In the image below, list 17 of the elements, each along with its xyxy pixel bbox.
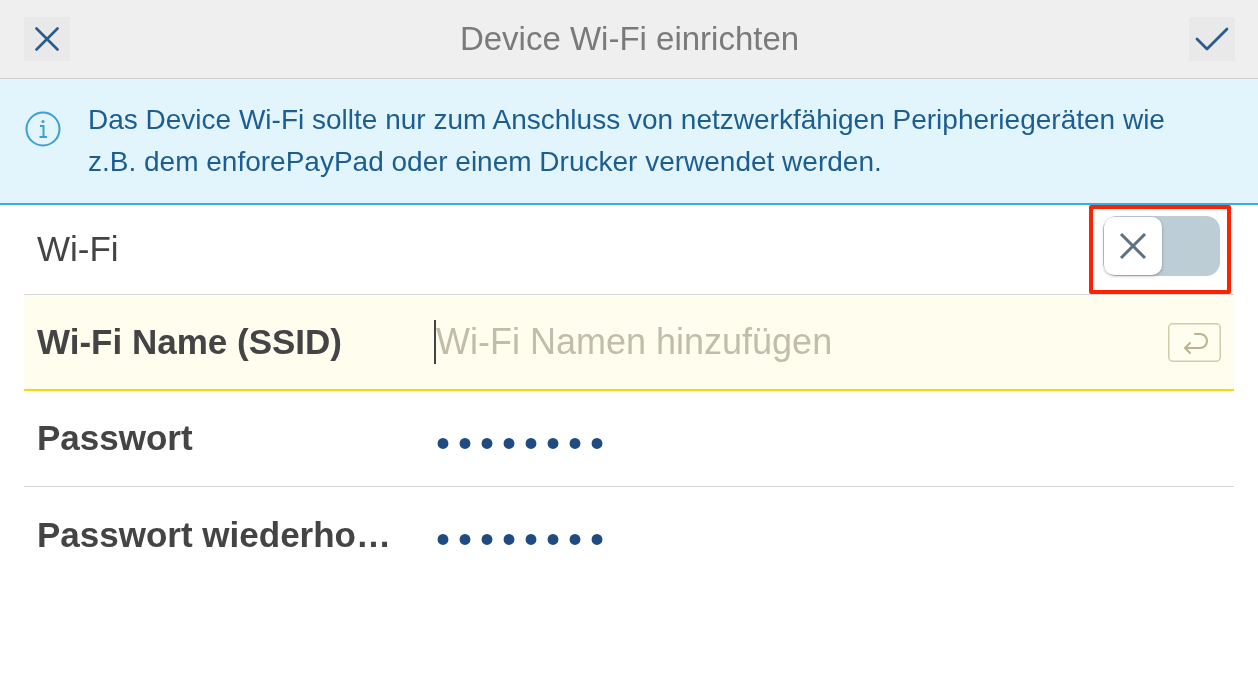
- close-icon: [35, 27, 59, 51]
- password-input-field[interactable]: ••••••••: [434, 514, 1221, 564]
- info-icon: [25, 111, 61, 147]
- ssid-input-field[interactable]: Wi-Fi Namen hinzufügen: [434, 320, 1168, 364]
- field-label: Passwort wiederho…: [37, 513, 392, 556]
- x-icon: [1119, 232, 1147, 260]
- field-label: Wi-Fi Name (SSID): [37, 320, 343, 363]
- dialog-title: Device Wi-Fi einrichten: [458, 19, 801, 60]
- wifi-label: Wi-Fi: [37, 228, 119, 271]
- checkmark-icon: [1195, 27, 1229, 51]
- field-label: Passwort: [37, 417, 194, 460]
- confirm-button[interactable]: [1189, 17, 1235, 61]
- close-button[interactable]: [24, 17, 70, 61]
- wifi-toggle[interactable]: [1103, 216, 1220, 276]
- focused-field-row[interactable]: Wi-Fi Name (SSID) Wi-Fi Namen hinzufügen: [24, 295, 1234, 391]
- password-input-field[interactable]: ••••••••: [434, 417, 1221, 468]
- info-message: Das Device Wi-Fi sollte nur zum Anschluss von netzwerkfähigen Peripheriegeräten wie z.B. dem enforePayPad oder einem Drucker verwendet werden.: [88, 103, 1166, 179]
